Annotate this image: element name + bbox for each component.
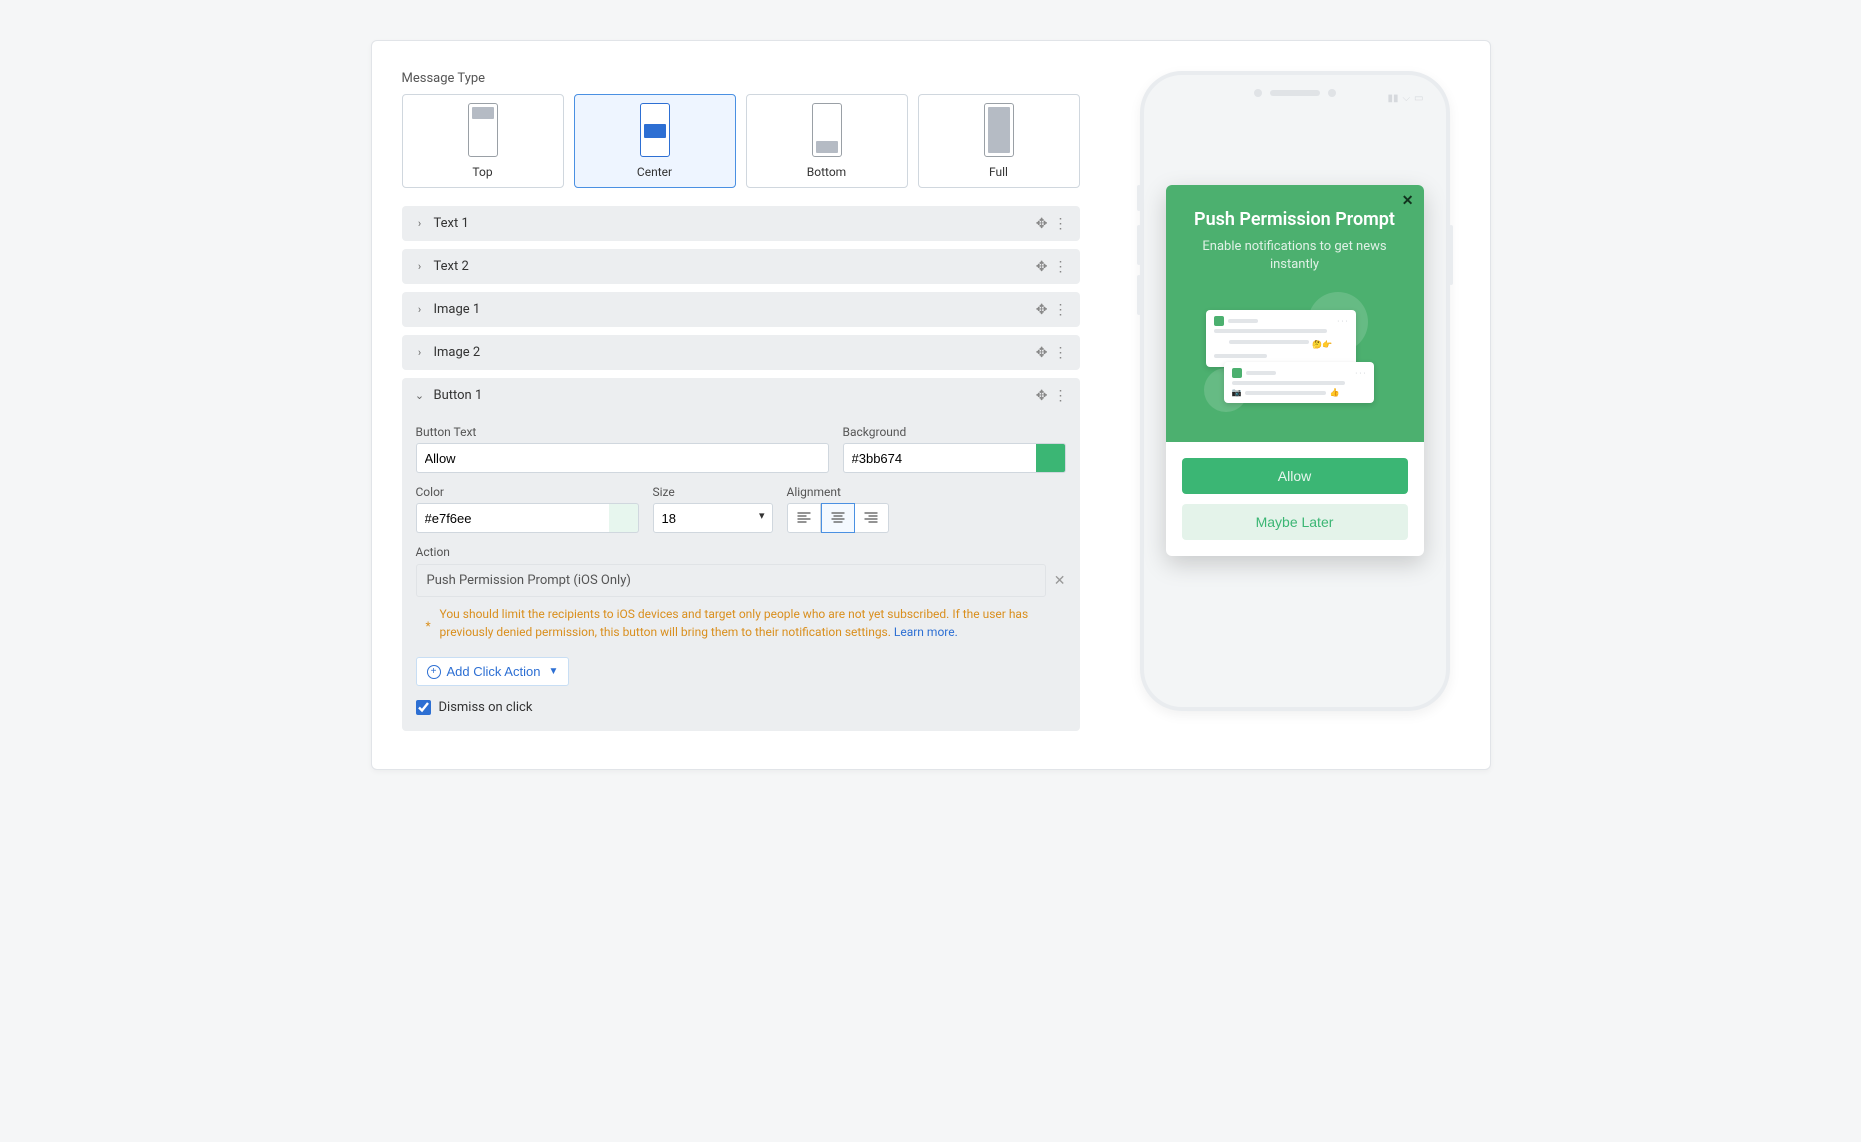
accordion-image2: › Image 2 ✥ ⋮ — [402, 335, 1080, 370]
chevron-right-icon: › — [414, 303, 426, 316]
add-click-action-button[interactable]: + Add Click Action ▼ — [416, 657, 570, 686]
type-top[interactable]: Top — [402, 94, 564, 188]
type-center-illustration — [640, 103, 670, 157]
accordion-text2-title: Text 2 — [434, 259, 1036, 274]
action-label: Action — [416, 545, 450, 559]
preview-later-button[interactable]: Maybe Later — [1182, 504, 1408, 540]
chevron-down-icon: ⌄ — [414, 389, 426, 402]
type-full[interactable]: Full — [918, 94, 1080, 188]
preview-illustration: · · · 🤔👉 · · · 📷👍 — [1184, 292, 1406, 422]
type-top-label: Top — [472, 165, 492, 179]
message-type-selector: Top Center Bottom Full — [402, 94, 1080, 188]
phone-side-button — [1137, 225, 1141, 265]
drag-icon[interactable]: ✥ — [1036, 303, 1048, 317]
align-center-icon — [831, 511, 845, 525]
type-center-label: Center — [637, 165, 672, 179]
chevron-right-icon: › — [414, 346, 426, 359]
align-right-button[interactable] — [855, 503, 889, 533]
accordion-button1-title: Button 1 — [434, 388, 1036, 403]
accordion-button1-header[interactable]: ⌄ Button 1 ✥ ⋮ — [402, 378, 1080, 413]
background-input[interactable] — [843, 443, 1036, 473]
phone-side-button — [1137, 275, 1141, 315]
background-label: Background — [843, 425, 1066, 439]
preview-card: ✕ Push Permission Prompt Enable notifica… — [1166, 185, 1424, 556]
notif-card-illustration: · · · 🤔👉 — [1206, 310, 1356, 367]
dismiss-label: Dismiss on click — [439, 700, 533, 715]
phone-side-button — [1137, 185, 1141, 211]
wifi-icon: ⌵ — [1402, 93, 1410, 104]
preview-subtitle: Enable notifications to get news instant… — [1184, 238, 1406, 274]
accordion-button1: ⌄ Button 1 ✥ ⋮ Button Text Background — [402, 378, 1080, 731]
accordion-text1-title: Text 1 — [434, 216, 1036, 231]
type-top-illustration — [468, 103, 498, 157]
drag-icon[interactable]: ✥ — [1036, 217, 1048, 231]
button-text-input[interactable] — [416, 443, 829, 473]
more-icon[interactable]: ⋮ — [1054, 217, 1068, 231]
add-click-action-label: Add Click Action — [447, 664, 541, 679]
phone-frame: ▮▮ ⌵ ▭ ✕ Push Permission Prompt Enable n… — [1140, 71, 1450, 711]
more-icon[interactable]: ⋮ — [1054, 260, 1068, 274]
color-input[interactable] — [416, 503, 609, 533]
align-left-button[interactable] — [787, 503, 821, 533]
drag-icon[interactable]: ✥ — [1036, 346, 1048, 360]
learn-more-link[interactable]: Learn more. — [894, 625, 958, 639]
type-full-illustration — [984, 103, 1014, 157]
preview-header-area: ✕ Push Permission Prompt Enable notifica… — [1166, 185, 1424, 442]
action-value[interactable]: Push Permission Prompt (iOS Only) — [416, 564, 1046, 597]
notif-card-illustration: · · · 📷👍 — [1224, 362, 1374, 403]
background-swatch[interactable] — [1036, 443, 1066, 473]
dismiss-checkbox[interactable] — [416, 700, 431, 715]
action-warning: You should limit the recipients to iOS d… — [416, 597, 1066, 645]
accordion-text1: › Text 1 ✥ ⋮ — [402, 206, 1080, 241]
preview-allow-button[interactable]: Allow — [1182, 458, 1408, 494]
close-icon[interactable]: ✕ — [1054, 573, 1066, 589]
color-label: Color — [416, 485, 639, 499]
accordion-text2: › Text 2 ✥ ⋮ — [402, 249, 1080, 284]
battery-icon: ▭ — [1414, 93, 1423, 104]
config-panel: Message Type Top Center Bottom Full › — [402, 71, 1080, 739]
message-type-label: Message Type — [402, 71, 1080, 86]
preview-buttons: Allow Maybe Later — [1166, 442, 1424, 556]
type-bottom[interactable]: Bottom — [746, 94, 908, 188]
close-icon[interactable]: ✕ — [1402, 193, 1414, 209]
align-left-icon — [797, 511, 811, 525]
accordion-image1-header[interactable]: › Image 1 ✥ ⋮ — [402, 292, 1080, 327]
type-bottom-illustration — [812, 103, 842, 157]
more-icon[interactable]: ⋮ — [1054, 346, 1068, 360]
phone-status-icons: ▮▮ ⌵ ▭ — [1387, 93, 1423, 104]
preview-panel: ▮▮ ⌵ ▭ ✕ Push Permission Prompt Enable n… — [1130, 71, 1460, 739]
type-full-label: Full — [989, 165, 1008, 179]
type-bottom-label: Bottom — [807, 165, 846, 179]
more-icon[interactable]: ⋮ — [1054, 303, 1068, 317]
signal-icon: ▮▮ — [1387, 93, 1398, 104]
drag-icon[interactable]: ✥ — [1036, 389, 1048, 403]
size-label: Size — [653, 485, 773, 499]
size-select[interactable]: 18 — [653, 503, 773, 533]
accordion-text2-header[interactable]: › Text 2 ✥ ⋮ — [402, 249, 1080, 284]
alignment-label: Alignment — [787, 485, 1066, 499]
align-right-icon — [864, 511, 878, 525]
accordion-image2-header[interactable]: › Image 2 ✥ ⋮ — [402, 335, 1080, 370]
caret-down-icon: ▼ — [548, 666, 558, 677]
phone-side-button — [1449, 225, 1453, 285]
button-text-label: Button Text — [416, 425, 829, 439]
plus-circle-icon: + — [427, 665, 441, 679]
accordion-button1-body: Button Text Background Color — [402, 413, 1080, 731]
color-swatch[interactable] — [609, 503, 639, 533]
more-icon[interactable]: ⋮ — [1054, 389, 1068, 403]
accordion-image2-title: Image 2 — [434, 345, 1036, 360]
preview-title: Push Permission Prompt — [1184, 209, 1406, 230]
accordion-image1-title: Image 1 — [434, 302, 1036, 317]
chevron-right-icon: › — [414, 217, 426, 230]
accordion-image1: › Image 1 ✥ ⋮ — [402, 292, 1080, 327]
align-center-button[interactable] — [821, 503, 855, 533]
accordion-text1-header[interactable]: › Text 1 ✥ ⋮ — [402, 206, 1080, 241]
type-center[interactable]: Center — [574, 94, 736, 188]
drag-icon[interactable]: ✥ — [1036, 260, 1048, 274]
editor-wrapper: Message Type Top Center Bottom Full › — [371, 40, 1491, 770]
chevron-right-icon: › — [414, 260, 426, 273]
